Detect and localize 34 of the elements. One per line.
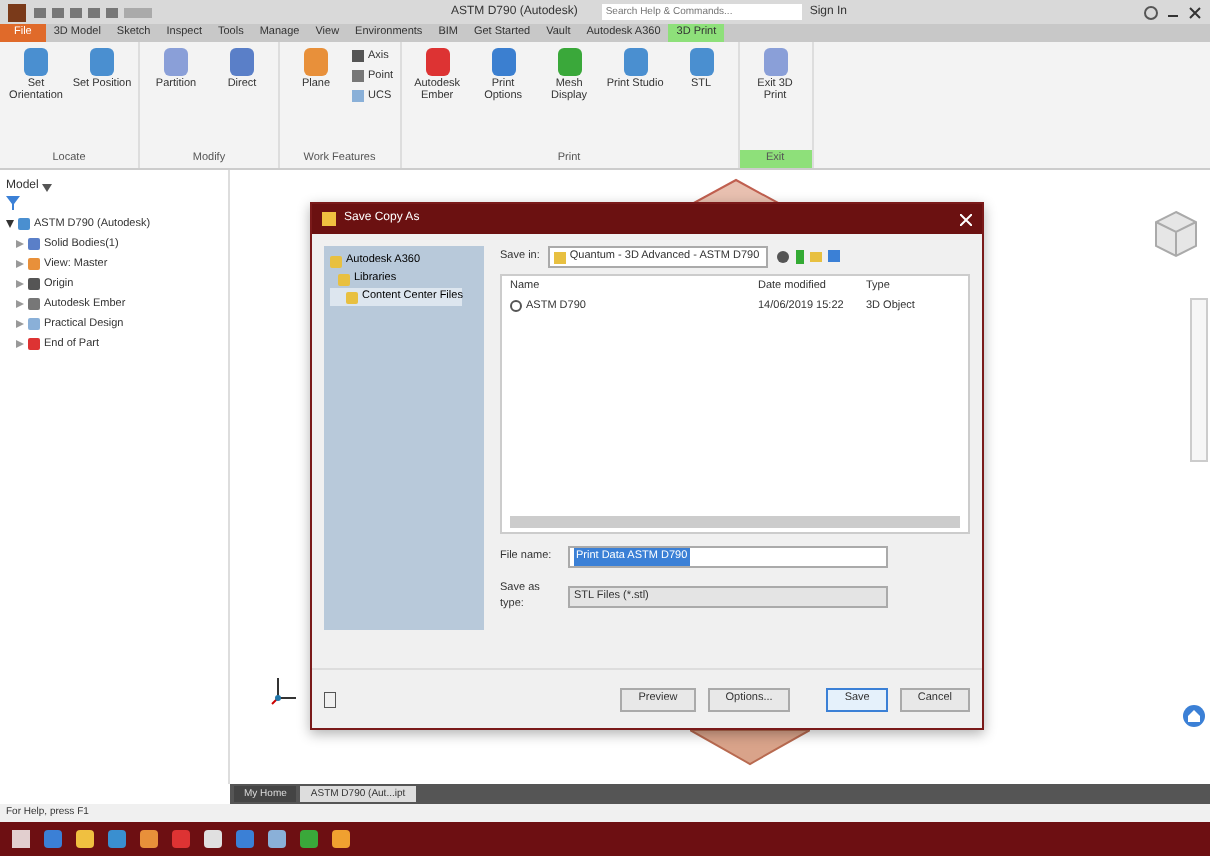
- tool-icon: [22, 46, 50, 78]
- folder-icon: [322, 212, 336, 226]
- caret-icon[interactable]: [42, 183, 53, 191]
- horizontal-scrollbar[interactable]: [510, 516, 960, 528]
- tool-icon: [302, 46, 330, 78]
- node-icon: [28, 338, 40, 351]
- help-icon[interactable]: [324, 691, 336, 707]
- axis-triad-icon: [270, 674, 298, 706]
- home-icon[interactable]: [1182, 704, 1206, 728]
- node-icon: [28, 278, 40, 291]
- filter-icon[interactable]: [6, 196, 20, 210]
- tool-icon: [687, 46, 716, 78]
- tool-icon: [489, 46, 518, 78]
- file-icon: [510, 300, 522, 313]
- tool-icon: [228, 46, 256, 78]
- node-icon: [28, 238, 40, 251]
- quick-access-toolbar-icon[interactable]: [34, 5, 154, 19]
- node-icon: [18, 218, 30, 231]
- node-icon: [28, 298, 40, 311]
- tool-icon: [621, 46, 650, 78]
- tool-icon: [423, 46, 452, 78]
- tool-icon: [555, 46, 584, 78]
- expander-icon[interactable]: [6, 220, 14, 229]
- tool-icon: [761, 46, 790, 78]
- view-cube-icon: [1154, 210, 1198, 258]
- app-logo-icon: [8, 3, 26, 21]
- folder-icon: [553, 251, 566, 263]
- node-icon: [28, 318, 40, 331]
- close-icon[interactable]: [1188, 5, 1203, 19]
- help-icon[interactable]: [1144, 5, 1159, 19]
- start-icon[interactable]: [12, 830, 30, 848]
- node-icon: [28, 258, 40, 271]
- tool-icon: [88, 46, 116, 78]
- tool-icon: [162, 46, 190, 78]
